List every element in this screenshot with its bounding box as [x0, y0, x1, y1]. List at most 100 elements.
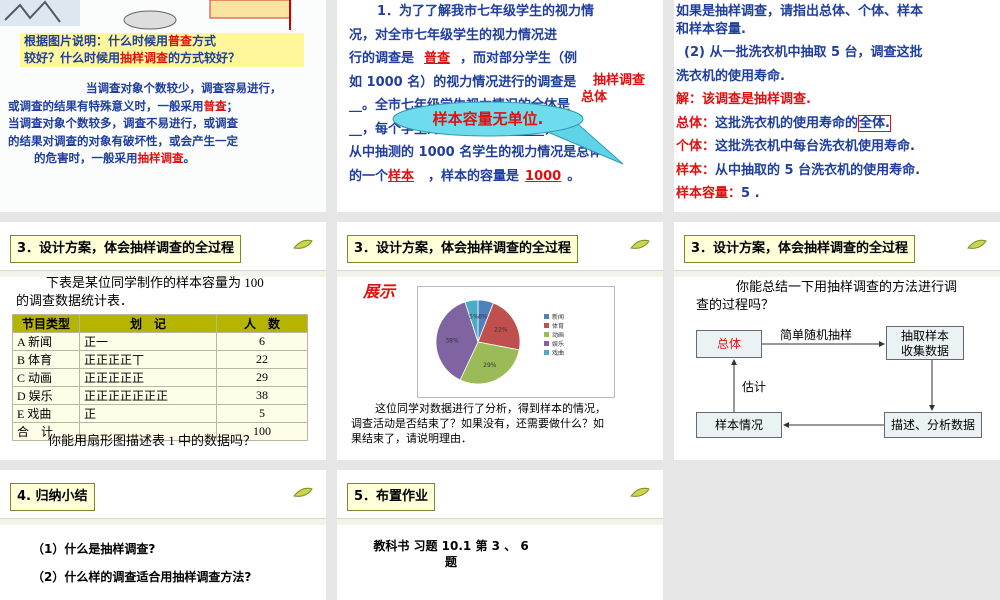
- pie-question: 你能用扇形图描述表 1 中的数据吗？: [48, 433, 257, 448]
- node-population: 总体: [696, 330, 762, 358]
- intro-line-2: 的调查数据统计表．: [16, 293, 134, 308]
- pie-label-4: 5%: [469, 313, 479, 320]
- cell: 6: [216, 332, 308, 351]
- cell: 22: [216, 350, 308, 369]
- callout-red-census: 普查: [168, 34, 193, 48]
- question-line-1: (2) 从一批洗衣机中抽取 5 台，调查这批: [684, 45, 923, 60]
- slide-1-body: 当调查对象个数较少，调查容易进行， 或调查的结果有特殊意义时，一般采用普查； 当…: [8, 80, 320, 168]
- slide-header: 3．设计方案，体会抽样调查的全过程: [684, 235, 916, 263]
- pie-label-1: 22%: [494, 326, 508, 333]
- legend-swatch: [544, 323, 549, 328]
- header-bar: [0, 518, 326, 525]
- tally-table: 节目类型 划 记 人 数 A 新闻 正一 6 B 体育 正正正正丅 22 C 动画 正正正…: [12, 314, 308, 441]
- p1-end: ；: [226, 98, 239, 113]
- intro-text: 下表是某位同学制作的样本容量为 100 的调查数据统计表．: [16, 274, 316, 310]
- answer-census: 普查: [424, 51, 451, 66]
- slide-6-thumbnail[interactable]: 3．设计方案，体会抽样调查的全过程 你能总结一下用抽样调查的方法进行调 查的过程…: [674, 222, 1000, 460]
- p2-red: 抽样调查: [137, 151, 184, 165]
- leaf-icon: [293, 487, 313, 497]
- p2-line-a: 当调查对象个数较多，调查不易进行，或调查: [8, 116, 238, 130]
- homework-line-2: 题: [444, 555, 457, 569]
- slide-8-thumbnail[interactable]: 5．布置作业 教科书 习题 10.1 第 3 、 6 题: [337, 470, 663, 600]
- summary-q1: （1）什么是抽样调查?: [32, 542, 156, 556]
- individual-label: 个体：: [676, 139, 716, 154]
- slide-2-thumbnail[interactable]: 1．为了了解我市七年级学生的视力情 况，对全市七年级学生的视力情况进 行的调查是…: [337, 0, 663, 212]
- callout-text-b: 方式: [192, 34, 217, 48]
- slide-1-thumbnail[interactable]: 根据图片说明：什么时候用普查方式 较好？什么时候用抽样调查的方式较好？ 当调查对…: [0, 0, 326, 212]
- cartoon-illustration: [0, 0, 326, 32]
- node-sample-line-2: 收集数据: [900, 344, 949, 358]
- header-bar: [337, 270, 663, 277]
- label-estimate: 估计: [742, 380, 767, 394]
- question-callout: 根据图片说明：什么时候用普查方式 较好？什么时候用抽样调查的方式较好？: [20, 33, 304, 67]
- legend-item: 娱乐: [544, 340, 564, 349]
- pie-chart: 6% 22% 29% 38% 5%: [435, 299, 521, 385]
- q-line-3a: 行的调查是: [349, 51, 415, 66]
- sample-label: 样本：: [676, 162, 716, 178]
- table-row: A 新闻 正一 6: [12, 332, 308, 351]
- q-line-2: 况，对全市七年级学生的视力情况进: [349, 27, 558, 43]
- legend-label: 娱乐: [552, 341, 565, 348]
- legend-item: 体育: [544, 322, 564, 331]
- sample-text: 从中抽取的 5 台洗衣机的使用寿命.: [715, 162, 921, 178]
- slide-header: 3．设计方案，体会抽样调查的全过程: [347, 235, 579, 263]
- cell: 正: [79, 404, 217, 423]
- node-sample-situation: 样本情况: [696, 412, 782, 438]
- table-row: E 戏曲正 5: [12, 404, 308, 423]
- legend-swatch: [544, 350, 549, 355]
- slide-3-thumbnail[interactable]: 如果是抽样调查，请指出总体、个体、样本 和样本容量. (2) 从一批洗衣机中抽取…: [674, 0, 1000, 212]
- tip-bubble-text: 样本容量无单位.: [432, 110, 544, 128]
- legend-swatch: [544, 341, 549, 346]
- analysis-line-1: 这位同学对数据进行了分析，得到样本的情况，: [375, 403, 606, 415]
- summary-q2: （2）什么样的调查适合用抽样调查方法?: [32, 570, 252, 584]
- tip-bubble: 样本容量无单位.: [392, 101, 624, 165]
- size-text: 5 .: [741, 186, 760, 201]
- population-box: 全体.: [858, 114, 891, 132]
- table-row: B 体育 正正正正丅 22: [12, 350, 308, 369]
- cell: 29: [216, 368, 308, 387]
- population-label: 总体：: [676, 115, 716, 131]
- pie-label-2: 29%: [483, 362, 497, 369]
- show-label: 展示: [363, 284, 396, 301]
- population-text: 这批洗衣机的使用寿命的: [715, 115, 859, 131]
- header-bar: [674, 270, 1000, 277]
- slide-header: 4. 归纳小结: [10, 483, 95, 511]
- pie-label-3: 38%: [445, 337, 459, 344]
- homework-text: 教科书 习题 10.1 第 3 、 6 题: [361, 538, 541, 570]
- slide-7-thumbnail[interactable]: 4. 归纳小结 （1）什么是抽样调查? （2）什么样的调查适合用抽样调查方法?: [0, 470, 326, 600]
- leaf-icon: [293, 239, 313, 249]
- cell: A 新闻: [12, 332, 80, 351]
- legend-label: 体育: [552, 323, 565, 330]
- legend-swatch: [544, 314, 549, 319]
- leaf-icon: [630, 239, 650, 249]
- cell: 38: [216, 386, 308, 405]
- p2-end: 。: [183, 151, 196, 165]
- intro-line-1: 下表是某位同学制作的样本容量为 100: [46, 275, 264, 290]
- cell: D 娱乐: [12, 386, 80, 405]
- cell: B 体育: [12, 350, 80, 369]
- cell: 正一: [79, 332, 217, 351]
- cell: 正正正正正正正: [79, 386, 217, 405]
- question-line-1: 你能总结一下用抽样调查的方法进行调: [736, 279, 958, 294]
- p2-line-b: 的结果对调查的对象有破坏性，或会产生一定: [8, 133, 238, 148]
- pie-label-0: 6%: [478, 313, 488, 320]
- answer-line: 解：该调查是抽样调查.: [676, 92, 811, 107]
- question-line-2: 查的过程吗？: [696, 297, 775, 312]
- p1-line-b: 或调查的结果有特殊意义时，一般采用: [8, 98, 204, 113]
- q-line-8a: 的一个: [349, 168, 389, 184]
- legend-item: 新闻: [544, 313, 564, 322]
- table-row: D 娱乐 正正正正正正正 38: [12, 386, 308, 405]
- leaf-icon: [967, 239, 987, 249]
- col-type: 节目类型: [12, 314, 80, 333]
- q-line-3b: ，而对部分学生（例: [460, 51, 578, 66]
- slide-5-thumbnail[interactable]: 3．设计方案，体会抽样调查的全过程 展示 6% 22% 29% 38% 5% 新闻 体育动…: [337, 222, 663, 460]
- size-label: 样本容量：: [676, 186, 742, 201]
- callout-red-sampling: 抽样调查: [120, 51, 169, 65]
- slide-header: 3．设计方案，体会抽样调查的全过程: [10, 235, 242, 263]
- callout-text-a: 根据图片说明：什么时候用: [24, 34, 169, 48]
- slide-4-thumbnail[interactable]: 3．设计方案，体会抽样调查的全过程 下表是某位同学制作的样本容量为 100 的调…: [0, 222, 326, 460]
- analysis-line-3: 果结束了，请说明理由．: [351, 433, 472, 445]
- q-line-1: 1．为了了解我市七年级学生的视力情: [377, 4, 595, 19]
- table-row: C 动画 正正正正正 29: [12, 368, 308, 387]
- cell: E 戏曲: [12, 404, 80, 423]
